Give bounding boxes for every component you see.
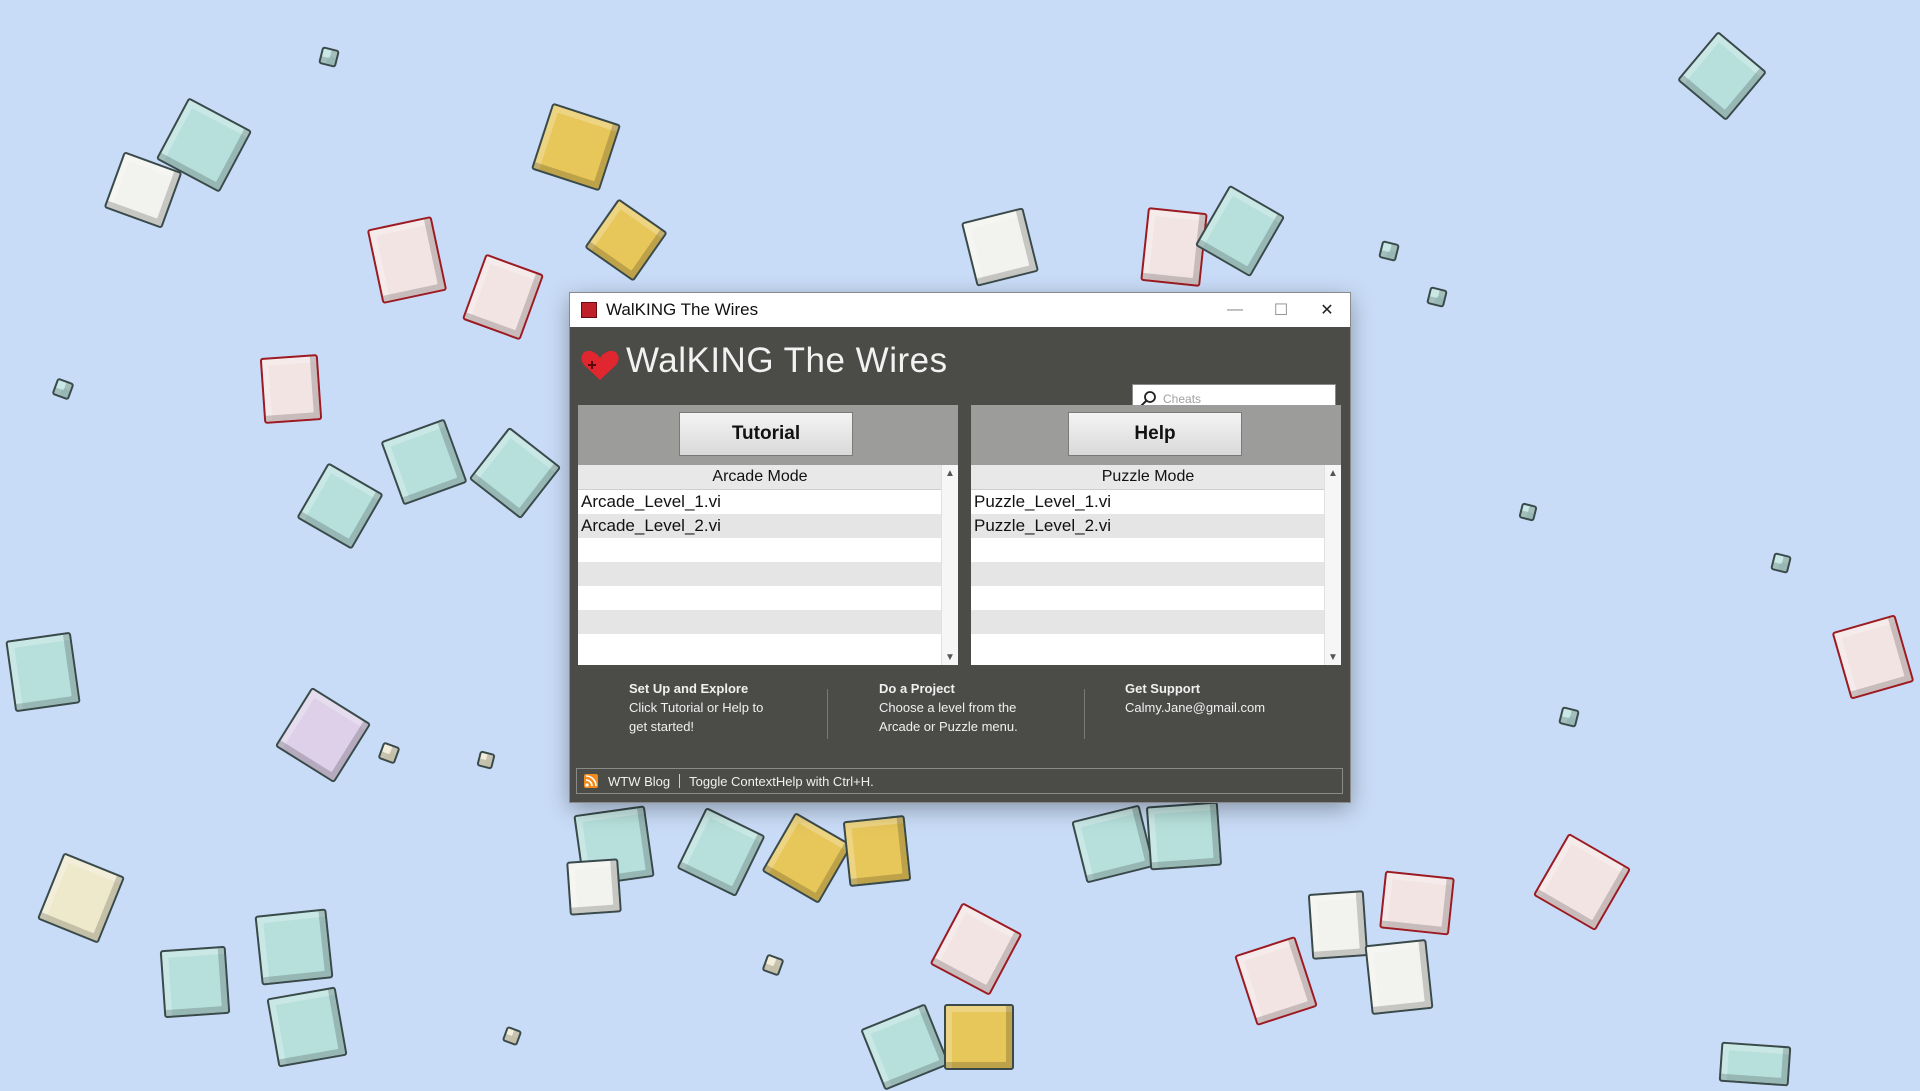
floating-cube: [1676, 30, 1768, 122]
project-info: Do a Project Choose a level from the Arc…: [879, 679, 1018, 736]
floating-cube: [461, 253, 545, 341]
list-item-empty: [578, 610, 942, 634]
vertical-scrollbar[interactable]: ▲ ▼: [1324, 465, 1341, 665]
project-line: Choose a level from the: [879, 700, 1017, 715]
list-item[interactable]: Puzzle_Level_1.vi: [971, 490, 1325, 514]
separator: [679, 774, 681, 788]
floating-cube: [530, 102, 622, 192]
project-line: Arcade or Puzzle menu.: [879, 719, 1018, 734]
floating-cube: [51, 377, 75, 401]
list-item-empty: [971, 610, 1325, 634]
window-controls: — ☐ ✕: [1212, 293, 1350, 327]
floating-cube: [860, 1003, 950, 1091]
floating-cube: [584, 198, 668, 282]
floating-cube: [1532, 832, 1632, 932]
rss-icon[interactable]: [584, 774, 598, 788]
floating-cube: [501, 1025, 523, 1047]
floating-cube: [5, 631, 81, 713]
list-item[interactable]: Puzzle_Level_2.vi: [971, 514, 1325, 538]
main-window: WalKING The Wires — ☐ ✕ WalKING The Wire…: [570, 293, 1350, 802]
divider: [827, 689, 828, 739]
blog-link[interactable]: WTW Blog: [608, 774, 670, 789]
floating-cube: [1145, 801, 1223, 871]
minimize-button[interactable]: —: [1212, 293, 1258, 327]
floating-cube: [1234, 935, 1318, 1027]
status-bar: WTW Blog Toggle ContextHelp with Ctrl+H.: [576, 768, 1343, 794]
floating-cube: [1831, 614, 1915, 700]
list-item-empty: [578, 538, 942, 562]
floating-cube: [468, 426, 562, 520]
floating-cube: [842, 814, 912, 888]
title-bar[interactable]: WalKING The Wires — ☐ ✕: [570, 293, 1350, 327]
floating-cube: [377, 741, 401, 765]
arcade-panel: Tutorial Arcade Mode Arcade_Level_1.vi A…: [578, 405, 958, 665]
window-title: WalKING The Wires: [606, 300, 759, 319]
tutorial-button[interactable]: Tutorial: [679, 412, 853, 456]
help-button[interactable]: Help: [1068, 412, 1242, 456]
project-heading: Do a Project: [879, 681, 955, 696]
floating-cube: [476, 750, 496, 770]
app-header: WalKING The Wires: [570, 327, 1350, 414]
floating-cube: [761, 812, 853, 904]
scroll-up-icon[interactable]: ▲: [942, 465, 958, 481]
floating-cube: [1364, 938, 1434, 1016]
floating-cube: [159, 945, 231, 1019]
floating-cube: [566, 858, 622, 916]
floating-cube: [380, 418, 468, 506]
floating-cube: [929, 902, 1023, 996]
floating-cube: [266, 986, 348, 1068]
setup-line: get started!: [629, 719, 695, 734]
list-item[interactable]: Arcade_Level_1.vi: [578, 490, 942, 514]
floating-cube: [1379, 870, 1455, 936]
list-header: Puzzle Mode: [971, 465, 1325, 490]
list-item-empty: [578, 586, 942, 610]
floating-cube: [1558, 706, 1580, 728]
list-item-empty: [578, 562, 942, 586]
floating-cube: [960, 207, 1040, 287]
list-item[interactable]: Arcade_Level_2.vi: [578, 514, 942, 538]
arcade-level-list[interactable]: Arcade Mode Arcade_Level_1.vi Arcade_Lev…: [578, 465, 958, 665]
floating-cube: [259, 354, 323, 424]
puzzle-level-list[interactable]: Puzzle Mode Puzzle_Level_1.vi Puzzle_Lev…: [971, 465, 1341, 665]
close-button[interactable]: ✕: [1304, 293, 1350, 327]
list-item-empty: [971, 562, 1325, 586]
support-email[interactable]: Calmy.Jane@gmail.com: [1125, 698, 1265, 717]
floating-cube: [761, 953, 785, 977]
status-hint: Toggle ContextHelp with Ctrl+H.: [689, 773, 874, 789]
floating-cube: [1194, 184, 1286, 278]
list-item-empty: [971, 586, 1325, 610]
floating-cube: [36, 852, 126, 944]
app-icon: [581, 302, 597, 318]
floating-cube: [1307, 890, 1369, 960]
info-section: Set Up and Explore Click Tutorial or Hel…: [570, 669, 1350, 763]
floating-cube: [254, 908, 334, 986]
floating-cube: [1426, 286, 1448, 308]
floating-cube: [676, 806, 766, 898]
floating-cube: [1770, 552, 1792, 574]
divider: [1084, 689, 1085, 739]
floating-cube: [1071, 804, 1155, 884]
scroll-down-icon[interactable]: ▼: [1325, 649, 1341, 665]
app-heading: WalKING The Wires: [626, 341, 948, 380]
maximize-button[interactable]: ☐: [1258, 293, 1304, 327]
scroll-up-icon[interactable]: ▲: [1325, 465, 1341, 481]
floating-cube: [1378, 240, 1400, 262]
floating-cube: [274, 686, 372, 784]
setup-heading: Set Up and Explore: [629, 681, 749, 696]
vertical-scrollbar[interactable]: ▲ ▼: [941, 465, 958, 665]
support-heading: Get Support: [1125, 681, 1201, 696]
floating-cube: [296, 462, 384, 550]
puzzle-panel: Help Puzzle Mode Puzzle_Level_1.vi Puzzl…: [971, 405, 1341, 665]
support-info: Get Support Calmy.Jane@gmail.com: [1125, 679, 1265, 717]
floating-cube: [366, 215, 448, 305]
floating-cube: [1518, 502, 1538, 522]
setup-line: Click Tutorial or Help to: [629, 700, 764, 715]
floating-cube: [318, 46, 340, 68]
list-item-empty: [971, 538, 1325, 562]
setup-info: Set Up and Explore Click Tutorial or Hel…: [629, 679, 763, 736]
heart-logo-icon: [581, 350, 619, 380]
floating-cube: [944, 1004, 1014, 1070]
scroll-down-icon[interactable]: ▼: [942, 649, 958, 665]
list-header: Arcade Mode: [578, 465, 942, 490]
